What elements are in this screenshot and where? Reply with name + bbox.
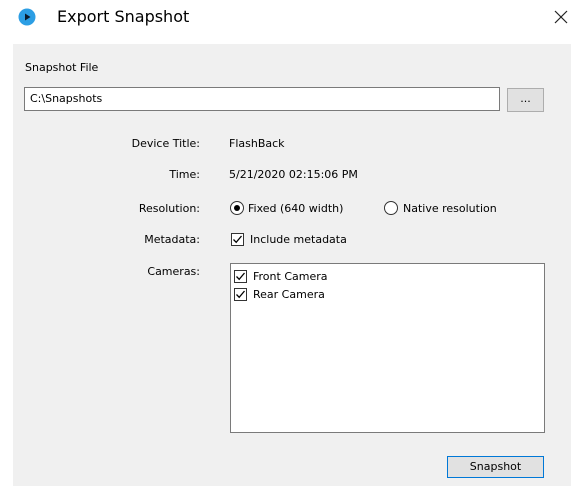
browse-button[interactable]: ... <box>507 88 544 112</box>
radio-native-resolution-label[interactable]: Native resolution <box>403 202 497 215</box>
snapshot-file-label: Snapshot File <box>25 61 99 74</box>
metadata-label: Metadata: <box>144 233 200 246</box>
radio-fixed-resolution-label[interactable]: Fixed (640 width) <box>248 202 343 215</box>
play-circle-icon <box>18 8 36 26</box>
snapshot-button[interactable]: Snapshot <box>447 456 544 478</box>
time-label: Time: <box>169 168 200 181</box>
front-camera-label[interactable]: Front Camera <box>253 270 328 283</box>
radio-native-resolution[interactable] <box>384 201 398 215</box>
close-icon[interactable] <box>548 4 574 30</box>
snapshot-path-input[interactable]: C:\Snapshots <box>24 87 500 111</box>
include-metadata-label[interactable]: Include metadata <box>250 233 347 246</box>
title-bar: Export Snapshot <box>0 0 582 36</box>
rear-camera-label[interactable]: Rear Camera <box>253 288 325 301</box>
front-camera-checkbox[interactable] <box>234 270 247 283</box>
rear-camera-checkbox[interactable] <box>234 288 247 301</box>
checkmark-icon <box>236 290 245 299</box>
device-title-label: Device Title: <box>131 137 200 150</box>
radio-fixed-resolution[interactable] <box>230 201 244 215</box>
cameras-list[interactable]: Front Camera Rear Camera <box>230 263 545 433</box>
checkmark-icon <box>233 235 242 244</box>
include-metadata-checkbox[interactable] <box>231 233 244 246</box>
time-value: 5/21/2020 02:15:06 PM <box>229 168 358 181</box>
checkmark-icon <box>236 272 245 281</box>
resolution-label: Resolution: <box>138 202 200 215</box>
cameras-label: Cameras: <box>147 265 200 278</box>
device-title-value: FlashBack <box>229 137 285 150</box>
window-title: Export Snapshot <box>57 7 190 26</box>
